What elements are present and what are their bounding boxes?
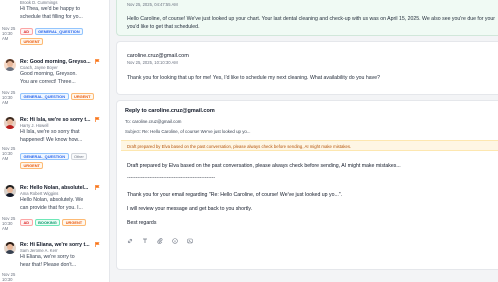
- tag-badge: AD: [20, 219, 33, 226]
- message-date: Nov 25, 2025, 10:10:30 AM: [127, 60, 178, 65]
- draft-line: Draft prepared by Elva based on the past…: [127, 163, 401, 169]
- customer-message: caroline.cruz@gmail.com Nov 25, 2025, 10…: [116, 41, 498, 95]
- list-item[interactable]: Re: Hello Nolan, absolutel... Ama Robert…: [0, 185, 109, 231]
- flag-icon[interactable]: [95, 59, 100, 64]
- list-item-snippet: Hi Isla, we're so sorry that: [20, 129, 80, 135]
- list-item-snippet-2: hear that! Please don't...: [20, 262, 77, 268]
- list-item-tags: AD GENERAL_QUESTION: [20, 28, 84, 35]
- avatar-icon: [4, 117, 16, 129]
- tag-badge: URGENT: [20, 162, 44, 169]
- list-item-tags: GENERAL_QUESTION URGENT: [20, 93, 94, 100]
- flag-icon[interactable]: [95, 185, 100, 190]
- reply-heading: Reply to caroline.cruz@gmail.com: [125, 108, 215, 114]
- image-icon[interactable]: [187, 238, 193, 244]
- to-field[interactable]: To: caroline.cruz@gmail.com: [125, 119, 181, 124]
- avatar-icon: [4, 59, 16, 71]
- tag-badge: AD: [20, 28, 33, 35]
- message-sender: caroline.cruz@gmail.com: [127, 53, 189, 59]
- text-format-icon[interactable]: [142, 238, 148, 244]
- ai-draft-warning: Draft prepared by Elva based on the past…: [121, 140, 498, 151]
- draft-signoff: Best regards: [127, 220, 157, 226]
- agent-message: Nov 25, 2025, 04:47:55 AM Hello Caroline…: [116, 0, 498, 36]
- list-item-snippet-2: happened! We know how...: [20, 137, 83, 143]
- tag-badge: Other: [70, 153, 88, 160]
- tag-badge: GENERAL_QUESTION: [20, 93, 69, 100]
- tag-badge: URGENT: [20, 38, 44, 45]
- draft-line: Thank you for your email regarding "Re: …: [127, 192, 343, 198]
- avatar-icon: [4, 242, 16, 254]
- list-item-snippet-2: can provide that for you. I...: [20, 205, 83, 211]
- draft-divider: ----------------------------------------…: [127, 175, 216, 181]
- list-item-tags-2: URGENT: [20, 162, 44, 169]
- tag-badge: BOOKING: [34, 219, 61, 226]
- message-body-2: you'd like to get that scheduled.: [127, 24, 200, 30]
- tag-badge: URGENT: [70, 93, 94, 100]
- list-item-snippet: Hi Thea, we'd be happy to: [20, 6, 81, 12]
- tag-badge: GENERAL_QUESTION: [20, 153, 69, 160]
- list-item-tags: GENERAL_QUESTION Other: [20, 153, 88, 160]
- draft-line: I will review your message and get back …: [127, 206, 253, 212]
- list-item-snippet: Hello Nolan, absolutely. We: [20, 197, 84, 203]
- list-item-date: Nov 25 10:30 AM: [2, 146, 16, 161]
- message-date: Nov 25, 2025, 04:47:55 AM: [127, 2, 178, 7]
- tag-badge: URGENT: [62, 219, 86, 226]
- list-item-date: Nov 25 10:30 AM: [2, 216, 16, 231]
- list-item[interactable]: Re: Good morning, Greyso... Coach, Jayne…: [0, 59, 109, 105]
- list-item[interactable]: Re: Hi Eliana, we're sorry t... Sam Jero…: [0, 242, 109, 282]
- list-item-snippet-2: You are correct! Three...: [20, 79, 76, 85]
- flag-icon[interactable]: [95, 242, 100, 247]
- attachment-icon[interactable]: [157, 238, 163, 244]
- editor-toolbar: [127, 238, 193, 244]
- list-item-snippet-2: schedule that filling for yo...: [20, 14, 83, 20]
- list-item-date: Nov 25 10:30 AM: [2, 26, 16, 41]
- message-thread: Nov 25, 2025, 04:47:55 AM Hello Caroline…: [116, 0, 498, 282]
- message-body: Thank you for looking that up for me! Ye…: [127, 75, 381, 81]
- conversation-list: Brook D. Cummings Hi Thea, we'd be happy…: [0, 0, 110, 282]
- list-item-date: Nov 25 10:30 AM: [2, 90, 16, 105]
- tag-badge: GENERAL_QUESTION: [34, 28, 84, 35]
- flag-icon[interactable]: [95, 117, 100, 122]
- reply-composer: Reply to caroline.cruz@gmail.com To: car…: [116, 100, 498, 270]
- list-item-snippet: Good morning, Greyson.: [20, 71, 77, 77]
- list-item[interactable]: Brook D. Cummings Hi Thea, we'd be happy…: [0, 0, 109, 48]
- list-item[interactable]: Re: Hi Isla, we're so sorry t... Harry J…: [0, 117, 109, 169]
- list-item-snippet: Hi Eliana, we're sorry to: [20, 254, 75, 260]
- link-icon[interactable]: [127, 238, 133, 244]
- list-item-tags: AD BOOKING URGENT: [20, 219, 86, 226]
- list-item-date: Nov 25 10:30: [2, 272, 16, 282]
- list-item-tags-2: URGENT: [20, 38, 44, 45]
- avatar-icon: [4, 185, 16, 197]
- emoji-icon[interactable]: [172, 238, 178, 244]
- subject-field[interactable]: Subject: Re: Hello Caroline, of course! …: [125, 129, 251, 134]
